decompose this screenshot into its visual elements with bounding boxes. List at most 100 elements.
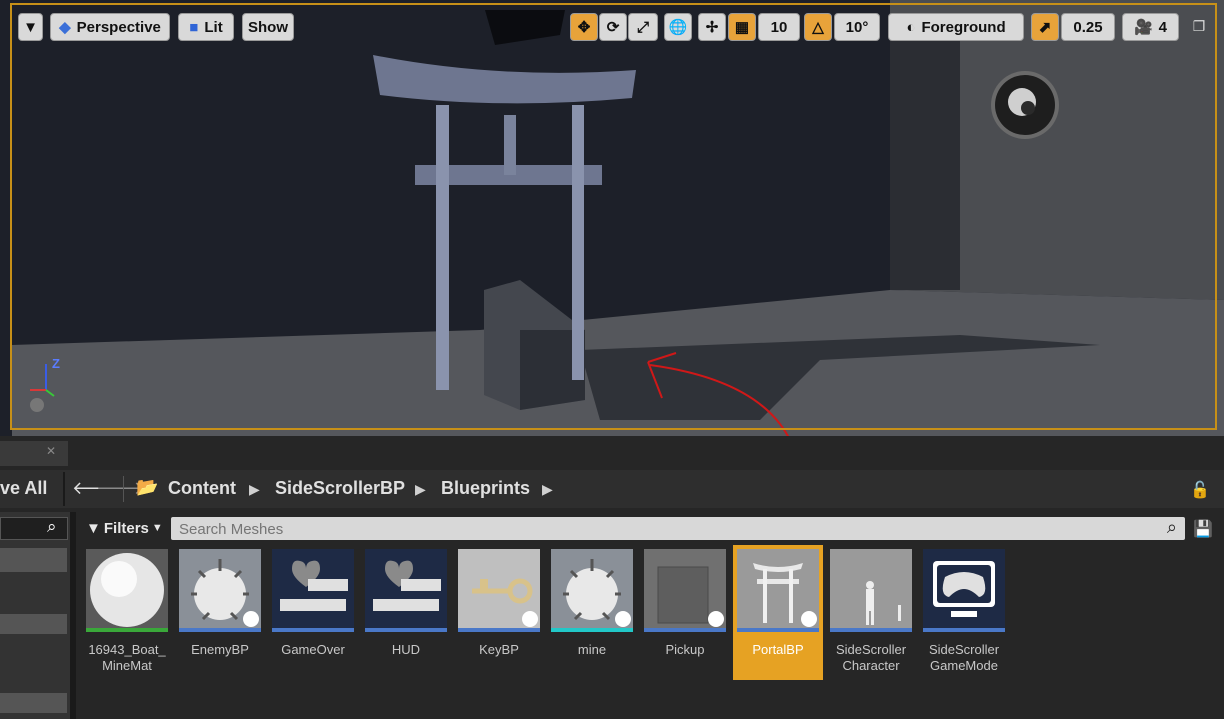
rotate-mode-button[interactable]: ⟳: [599, 13, 627, 41]
widget-heart-icon: [272, 549, 354, 631]
globe-icon: 🌐: [668, 19, 688, 36]
asset-tile[interactable]: PortalBP: [733, 545, 823, 680]
rotation-snap-toggle[interactable]: △: [804, 13, 832, 41]
torii-gate-icon: [737, 549, 819, 631]
angle-icon: △: [812, 19, 824, 36]
breadcrumb-content[interactable]: Content: [168, 478, 236, 499]
asset-label: GameOver: [281, 642, 345, 657]
asset-label: SideScroller GameMode: [928, 642, 1000, 673]
scale-arrow-icon: ⬈: [1038, 19, 1052, 36]
widget-heart-icon: [365, 549, 447, 631]
asset-tile[interactable]: SideScroller Character: [826, 545, 916, 680]
asset-tile[interactable]: 16943_Boat_ MineMat: [82, 545, 172, 680]
lit-button[interactable]: ■ Lit: [178, 13, 234, 41]
asset-tile[interactable]: KeyBP: [454, 545, 544, 680]
translate-mode-button[interactable]: ✥: [570, 13, 598, 41]
surface-snap-icon: ✢: [705, 19, 719, 36]
asset-type-bar: [644, 628, 726, 632]
show-button[interactable]: Show: [242, 13, 294, 41]
lit-cube-icon: ■: [189, 18, 199, 36]
asset-tile[interactable]: Pickup: [640, 545, 730, 680]
viewport-scene: [0, 0, 1224, 436]
maximize-viewport-button[interactable]: ❐: [1190, 17, 1208, 35]
filter-funnel-icon: ▼: [86, 519, 101, 537]
mannequin-icon: [830, 549, 912, 631]
asset-label: HUD: [391, 642, 421, 657]
sphere-material-icon: [86, 549, 168, 631]
save-search-icon[interactable]: 💾: [1193, 519, 1213, 539]
asset-type-bar: [458, 628, 540, 632]
folder-icon: 📂: [136, 477, 159, 497]
layer-icon: ◐: [906, 18, 916, 36]
grid-snap-value[interactable]: 10: [758, 13, 800, 41]
search-icon[interactable]: ⌕: [1167, 517, 1177, 538]
show-label: Show: [248, 18, 288, 36]
asset-type-bar: [551, 628, 633, 632]
asset-tile[interactable]: GameOver: [268, 545, 358, 680]
perspective-label: Perspective: [76, 18, 161, 36]
asset-label: 16943_Boat_ MineMat: [88, 642, 166, 673]
breadcrumb-blueprints[interactable]: Blueprints: [441, 478, 530, 499]
sources-item[interactable]: [0, 614, 67, 634]
asset-label: PortalBP: [752, 642, 804, 657]
viewport-options-button[interactable]: ▼: [18, 13, 43, 41]
search-icon[interactable]: ⌕: [47, 517, 57, 537]
gamepad-icon: [923, 549, 1005, 631]
level-viewport[interactable]: Z ▼ ◆ Perspective ■ Lit Show ✥ ⟳ ⤢ 🌐 ✢ ▦…: [0, 0, 1224, 436]
perspective-button[interactable]: ◆ Perspective: [50, 13, 170, 41]
search-meshes-input[interactable]: [177, 519, 1161, 540]
mine-icon: [551, 549, 633, 631]
layer-dropdown[interactable]: ◐ Foreground: [888, 13, 1024, 41]
asset-type-bar: [923, 628, 1005, 632]
asset-tile[interactable]: EnemyBP: [175, 545, 265, 680]
search-meshes-field[interactable]: ⌕: [171, 517, 1185, 540]
scale-icon: ⤢: [636, 18, 649, 36]
breadcrumb-sidescrollerbp[interactable]: SideScrollerBP: [275, 478, 405, 499]
panel-divider[interactable]: [70, 512, 76, 719]
asset-type-bar: [830, 628, 912, 632]
asset-type-bar: [272, 628, 354, 632]
lock-icon[interactable]: 🔓: [1190, 480, 1210, 500]
layer-label: Foreground: [921, 18, 1006, 36]
asset-type-bar: [737, 628, 819, 632]
camera-speed-text: 4: [1158, 18, 1168, 36]
asset-tile[interactable]: mine: [547, 545, 637, 680]
divider: [123, 476, 124, 502]
mine-icon: [179, 549, 261, 631]
breadcrumb-arrow-icon[interactable]: ▶: [542, 481, 553, 498]
sources-search-input[interactable]: [0, 517, 68, 540]
camera-speed-icon: 🎥: [1133, 19, 1153, 36]
divider: [63, 472, 65, 506]
scale-snap-toggle[interactable]: ⬈: [1031, 13, 1059, 41]
content-browser-tab[interactable]: [0, 441, 68, 466]
scale-snap-text: 0.25: [1073, 18, 1103, 36]
asset-label: KeyBP: [479, 642, 519, 657]
world-local-toggle[interactable]: 🌐: [664, 13, 692, 41]
scale-snap-value[interactable]: 0.25: [1061, 13, 1115, 41]
grid-icon: ▦: [734, 19, 750, 36]
breadcrumb-arrow-icon[interactable]: ▶: [415, 481, 426, 498]
filters-button[interactable]: ▼ Filters ▼: [86, 518, 163, 538]
asset-tile[interactable]: SideScroller GameMode: [919, 545, 1009, 680]
axis-z-label: Z: [52, 356, 60, 371]
breadcrumb-arrow-icon[interactable]: ▶: [249, 481, 260, 498]
asset-tile[interactable]: HUD: [361, 545, 451, 680]
key-icon: [458, 549, 540, 631]
save-all-button[interactable]: ve All: [0, 478, 47, 499]
asset-label: SideScroller Character: [835, 642, 907, 673]
grid-snap-text: 10: [770, 18, 788, 36]
rotation-snap-value[interactable]: 10°: [834, 13, 880, 41]
sources-item[interactable]: [0, 693, 67, 713]
move-icon: ✥: [577, 19, 591, 36]
grid-snap-toggle[interactable]: ▦: [728, 13, 756, 41]
surface-snap-button[interactable]: ✢: [698, 13, 726, 41]
asset-label: EnemyBP: [191, 642, 249, 657]
close-tab-icon[interactable]: ✕: [46, 444, 56, 458]
filters-label: Filters: [103, 519, 149, 537]
scale-mode-button[interactable]: ⤢: [628, 13, 658, 41]
camera-perspective-icon: ◆: [59, 19, 71, 36]
sources-item[interactable]: [0, 548, 67, 572]
asset-label: mine: [577, 642, 607, 657]
camera-speed-button[interactable]: 🎥 4: [1122, 13, 1179, 41]
maximize-icon: ❐: [1192, 18, 1206, 34]
